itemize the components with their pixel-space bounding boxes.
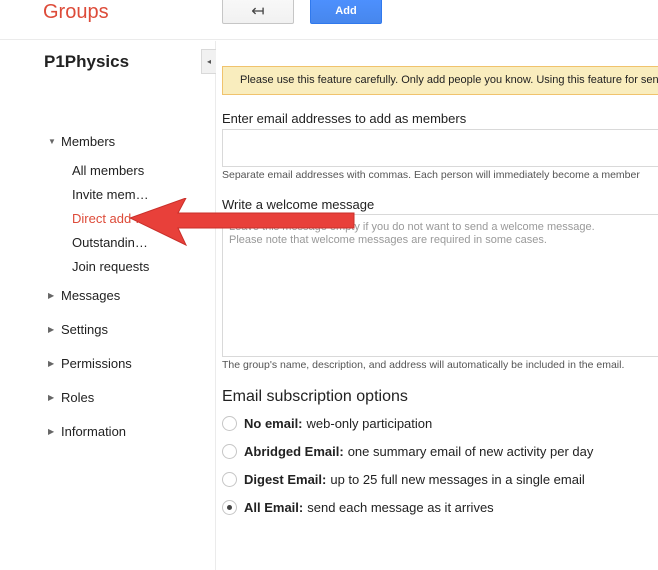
sidebar-item-label: Members bbox=[61, 134, 116, 149]
option-desc: up to 25 full new messages in a single e… bbox=[330, 472, 585, 487]
sidebar-item-label: Permissions bbox=[61, 356, 132, 371]
option-desc: web-only participation bbox=[306, 416, 433, 431]
triangle-right-icon: ▶ bbox=[48, 291, 55, 300]
emails-label: Enter email addresses to add as members bbox=[222, 111, 467, 126]
collapse-sidebar-button[interactable]: ◂ bbox=[201, 49, 216, 74]
sidebar-item-information[interactable]: ▶ Information bbox=[48, 424, 126, 439]
option-desc: one summary email of new activity per da… bbox=[347, 444, 594, 459]
sidebar-item-messages[interactable]: ▶ Messages bbox=[48, 288, 120, 303]
sidebar-item-label: Settings bbox=[61, 322, 108, 337]
sidebar-item-settings[interactable]: ▶ Settings bbox=[48, 322, 108, 337]
option-desc: send each message as it arrives bbox=[307, 500, 494, 515]
back-arrow-icon: ↤ bbox=[251, 3, 265, 20]
radio-no-email[interactable]: No email: web-only participation bbox=[222, 416, 432, 431]
back-button[interactable]: ↤ bbox=[222, 0, 294, 24]
sidebar-item-permissions[interactable]: ▶ Permissions bbox=[48, 356, 132, 371]
radio-button[interactable] bbox=[222, 416, 237, 431]
radio-all-email[interactable]: All Email: send each message as it arriv… bbox=[222, 500, 494, 515]
radio-digest-email[interactable]: Digest Email: up to 25 full new messages… bbox=[222, 472, 585, 487]
option-title: Digest Email: bbox=[244, 472, 327, 487]
triangle-right-icon: ▶ bbox=[48, 393, 55, 402]
sidebar-item-label: Messages bbox=[61, 288, 121, 303]
radio-button[interactable] bbox=[222, 472, 237, 487]
warning-banner: Please use this feature carefully. Only … bbox=[222, 66, 658, 95]
main-content: Please use this feature carefully. Only … bbox=[216, 41, 658, 570]
subscription-title: Email subscription options bbox=[222, 388, 408, 405]
triangle-right-icon: ▶ bbox=[48, 427, 55, 436]
option-title: All Email: bbox=[244, 500, 304, 515]
radio-button-selected[interactable] bbox=[222, 500, 237, 515]
emails-hint: Separate email addresses with commas. Ea… bbox=[222, 169, 640, 181]
add-button[interactable]: Add bbox=[310, 0, 382, 24]
option-title: No email: bbox=[244, 416, 303, 431]
triangle-right-icon: ▶ bbox=[48, 325, 55, 334]
sidebar-item-all-members[interactable]: All members bbox=[72, 163, 144, 178]
triangle-down-icon: ▼ bbox=[48, 137, 56, 146]
radio-abridged-email[interactable]: Abridged Email: one summary email of new… bbox=[222, 444, 593, 459]
sidebar-item-roles[interactable]: ▶ Roles bbox=[48, 390, 94, 405]
option-title: Abridged Email: bbox=[244, 444, 344, 459]
groups-logo[interactable]: Groups bbox=[43, 0, 109, 24]
sidebar-item-label: Information bbox=[61, 424, 127, 439]
annotation-arrow-icon bbox=[130, 198, 355, 247]
group-name[interactable]: P1Physics bbox=[44, 52, 129, 72]
sidebar-item-join-requests[interactable]: Join requests bbox=[72, 259, 149, 274]
sidebar-item-members[interactable]: ▼ Members bbox=[48, 134, 115, 149]
triangle-right-icon: ▶ bbox=[48, 359, 55, 368]
sidebar-item-label: Roles bbox=[61, 390, 95, 405]
radio-button[interactable] bbox=[222, 444, 237, 459]
sidebar: P1Physics ◂ ▼ Members All members Invite … bbox=[0, 41, 216, 570]
top-bar: Groups ↤ Add bbox=[0, 0, 658, 40]
emails-input[interactable] bbox=[222, 129, 658, 167]
chevron-left-icon: ◂ bbox=[206, 57, 211, 66]
welcome-hint: The group's name, description, and addre… bbox=[222, 359, 625, 371]
